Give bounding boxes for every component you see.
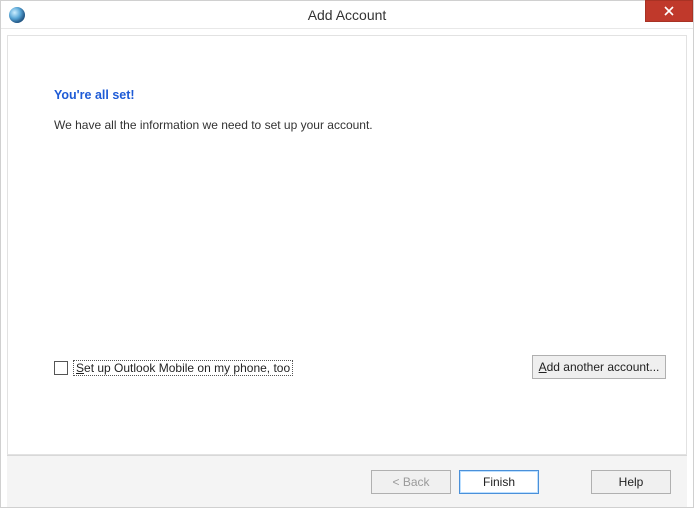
add-another-account-button[interactable]: Add another account...: [532, 355, 666, 379]
help-button[interactable]: Help: [591, 470, 671, 494]
page-description: We have all the information we need to s…: [54, 118, 640, 132]
titlebar: Add Account: [1, 1, 693, 29]
mobile-checkbox[interactable]: [54, 361, 68, 375]
window-title: Add Account: [308, 7, 387, 23]
close-icon: [664, 6, 674, 16]
mobile-checkbox-label[interactable]: Set up Outlook Mobile on my phone, too: [73, 360, 293, 376]
globe-icon: [9, 7, 25, 23]
content-pane: You're all set! We have all the informat…: [7, 35, 687, 455]
footer-bar: < Back Finish Help: [7, 455, 687, 507]
add-account-window: Add Account You're all set! We have all …: [0, 0, 694, 508]
mobile-checkbox-row[interactable]: Set up Outlook Mobile on my phone, too: [54, 360, 293, 376]
close-button[interactable]: [645, 0, 693, 22]
finish-button[interactable]: Finish: [459, 470, 539, 494]
page-heading: You're all set!: [54, 88, 640, 102]
back-button: < Back: [371, 470, 451, 494]
content-outer: You're all set! We have all the informat…: [1, 29, 693, 507]
